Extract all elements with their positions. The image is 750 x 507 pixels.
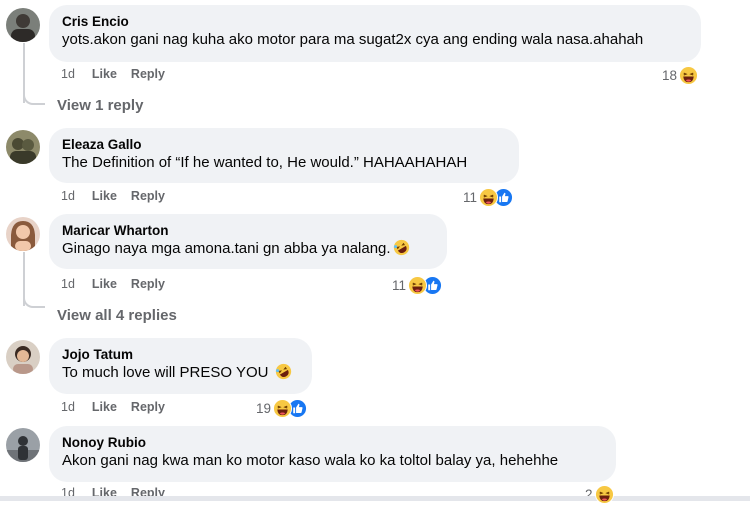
- like-button[interactable]: Like: [92, 65, 117, 83]
- comment-text-content: Ginago naya mga amona.tani gn abba ya na…: [62, 240, 391, 257]
- comment-text: The Definition of “If he wanted to, He w…: [62, 154, 468, 171]
- reply-button[interactable]: Reply: [131, 275, 165, 293]
- like-button[interactable]: Like: [92, 275, 117, 293]
- comment-author[interactable]: Nonoy Rubio: [62, 434, 604, 451]
- avatar[interactable]: [6, 340, 40, 374]
- comment-bubble: Maricar Wharton Ginago naya mga amona.ta…: [49, 214, 447, 269]
- comment-text: yots.akon gani nag kuha ako motor para m…: [62, 31, 644, 48]
- reaction-count: 19: [256, 400, 272, 416]
- reaction-count: 11: [392, 277, 407, 293]
- avatar[interactable]: [6, 8, 40, 42]
- reaction-summary[interactable]: 18: [662, 65, 699, 85]
- reaction-count: 18: [662, 67, 678, 83]
- haha-icon: [479, 187, 499, 207]
- bottom-divider: [0, 496, 750, 501]
- comment-bubble: Nonoy Rubio Akon gani nag kwa man ko mot…: [49, 426, 616, 482]
- comment-author[interactable]: Jojo Tatum: [62, 346, 300, 363]
- comment-text: Ginago naya mga amona.tani gn abba ya na…: [62, 239, 435, 259]
- like-button[interactable]: Like: [92, 187, 117, 205]
- haha-icon: [679, 65, 699, 85]
- comment-bubble: Eleaza Gallo The Definition of “If he wa…: [49, 128, 519, 183]
- comment-time[interactable]: 1d: [61, 275, 75, 293]
- reply-thread-line-elbow: [23, 93, 45, 105]
- comment-text: To much love will PRESO YOU: [62, 363, 300, 383]
- comment-time[interactable]: 1d: [61, 187, 75, 205]
- comment-text: Akon gani nag kwa man ko motor kaso wala…: [62, 452, 559, 469]
- rofl-icon: [275, 363, 292, 380]
- comment-author[interactable]: Eleaza Gallo: [62, 136, 507, 153]
- comment-actions: 1d Like Reply: [61, 398, 165, 416]
- reply-thread-line-elbow: [23, 296, 45, 308]
- reaction-count: 11: [463, 189, 478, 205]
- comment-actions: 1d Like Reply: [61, 187, 165, 205]
- haha-icon: [408, 275, 428, 295]
- reaction-summary[interactable]: 11: [463, 187, 514, 207]
- comment-author[interactable]: Cris Encio: [62, 13, 689, 30]
- avatar[interactable]: [6, 217, 40, 251]
- reaction-summary[interactable]: 2: [585, 484, 614, 504]
- comment-time[interactable]: 1d: [61, 65, 75, 83]
- avatar[interactable]: [6, 130, 40, 164]
- comment-bubble: Cris Encio yots.akon gani nag kuha ako m…: [49, 5, 701, 62]
- comment-time[interactable]: 1d: [61, 398, 75, 416]
- comment-actions: 1d Like Reply: [61, 65, 165, 83]
- comment-text-content: To much love will PRESO YOU: [62, 364, 273, 381]
- avatar[interactable]: [6, 428, 40, 462]
- haha-icon: [273, 398, 293, 418]
- rofl-icon: [393, 239, 410, 256]
- view-replies-link[interactable]: View 1 reply: [57, 97, 143, 114]
- reply-button[interactable]: Reply: [131, 187, 165, 205]
- comment-actions: 1d Like Reply: [61, 275, 165, 293]
- reply-button[interactable]: Reply: [131, 398, 165, 416]
- comment-author[interactable]: Maricar Wharton: [62, 222, 435, 239]
- reaction-summary[interactable]: 11: [392, 275, 443, 295]
- like-button[interactable]: Like: [92, 398, 117, 416]
- reply-button[interactable]: Reply: [131, 65, 165, 83]
- comment-bubble: Jojo Tatum To much love will PRESO YOU: [49, 338, 312, 394]
- reaction-summary[interactable]: 19: [256, 398, 308, 418]
- view-replies-link[interactable]: View all 4 replies: [57, 307, 177, 324]
